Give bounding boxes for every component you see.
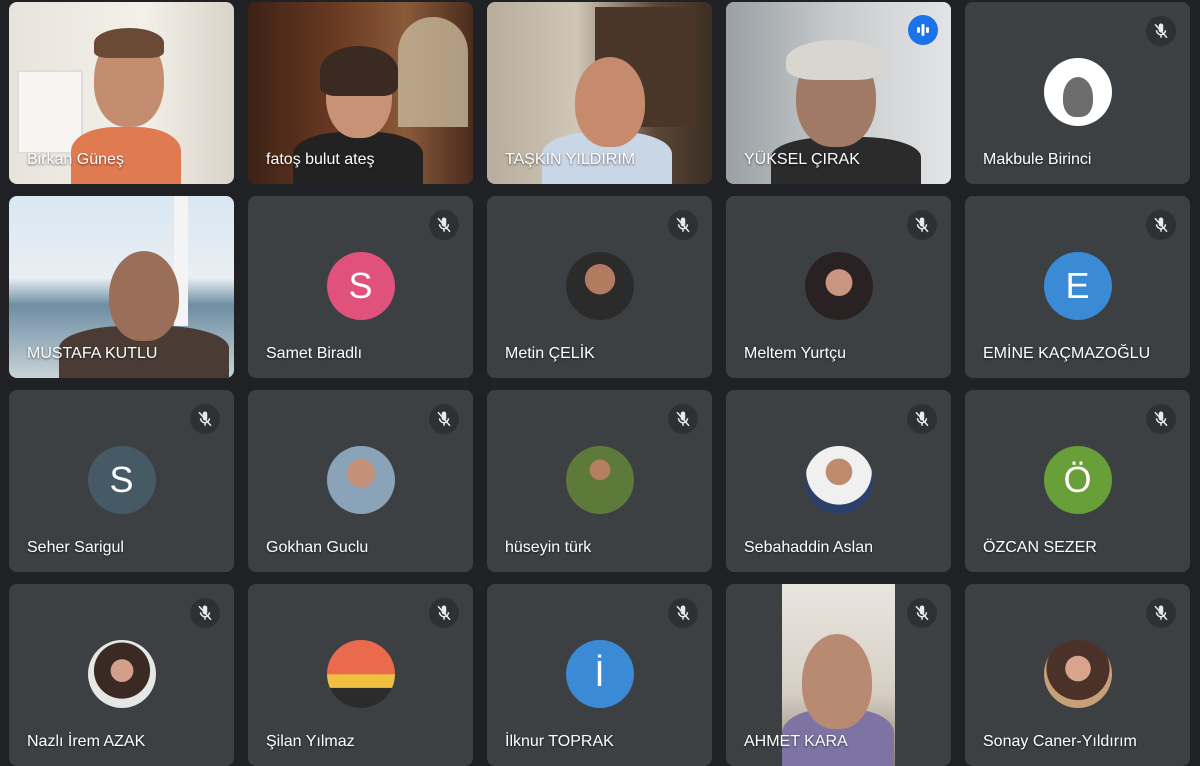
participant-tile[interactable]: Ö ÖZCAN SEZER [965, 390, 1190, 572]
mic-off-icon [429, 210, 459, 240]
mic-off-icon [429, 598, 459, 628]
participant-tile[interactable]: Şilan Yılmaz [248, 584, 473, 766]
participant-tile[interactable]: MUSTAFA KUTLU [9, 196, 234, 378]
mic-off-icon [1146, 210, 1176, 240]
mic-off-icon [668, 598, 698, 628]
participant-name: hüseyin türk [505, 539, 592, 556]
participant-tile[interactable]: Birkan Güneş [9, 2, 234, 184]
participant-tile[interactable]: Metin ÇELİK [487, 196, 712, 378]
avatar [804, 252, 873, 320]
mic-off-icon [907, 598, 937, 628]
participant-tile[interactable]: Meltem Yurtçu [726, 196, 951, 378]
participant-name: Metin ÇELİK [505, 345, 595, 362]
mic-off-icon [668, 210, 698, 240]
participant-grid: Birkan Güneş fatoş bulut ateş TAŞKIN YIL… [9, 2, 1190, 766]
mic-off-icon [1146, 16, 1176, 46]
mic-off-icon [907, 210, 937, 240]
avatar [565, 446, 634, 514]
avatar [804, 446, 873, 514]
participant-name: ÖZCAN SEZER [983, 539, 1097, 556]
participant-tile[interactable]: İ İlknur TOPRAK [487, 584, 712, 766]
avatar: S [87, 446, 156, 514]
mic-off-icon [429, 404, 459, 434]
participant-name: fatoş bulut ateş [266, 151, 375, 168]
avatar: E [1043, 252, 1112, 320]
participant-name: Meltem Yurtçu [744, 345, 846, 362]
participant-tile[interactable]: hüseyin türk [487, 390, 712, 572]
participant-name: Sonay Caner-Yıldırım [983, 733, 1137, 750]
participant-name: Samet Biradlı [266, 345, 363, 362]
mic-off-icon [907, 404, 937, 434]
participant-name: MUSTAFA KUTLU [27, 345, 158, 362]
participant-name: Nazlı İrem AZAK [27, 733, 146, 750]
participant-name: Gokhan Guclu [266, 539, 369, 556]
participant-tile[interactable]: Makbule Birinci [965, 2, 1190, 184]
participant-tile[interactable]: E EMİNE KAÇMAZOĞLU [965, 196, 1190, 378]
mic-off-icon [190, 598, 220, 628]
avatar [87, 640, 156, 708]
participant-tile[interactable]: Gokhan Guclu [248, 390, 473, 572]
participant-tile[interactable]: S Samet Biradlı [248, 196, 473, 378]
mic-off-icon [190, 404, 220, 434]
participant-tile[interactable]: fatoş bulut ateş [248, 2, 473, 184]
participant-name: Birkan Güneş [27, 151, 124, 168]
participant-tile[interactable]: S Seher Sarigul [9, 390, 234, 572]
avatar [326, 640, 395, 708]
participant-tile[interactable]: Nazlı İrem AZAK [9, 584, 234, 766]
participant-name: Seher Sarigul [27, 539, 124, 556]
participant-tile[interactable]: AHMET KARA [726, 584, 951, 766]
participant-name: TAŞKIN YILDIRIM [505, 151, 636, 168]
participant-name: EMİNE KAÇMAZOĞLU [983, 345, 1151, 362]
speaking-indicator-icon [908, 15, 938, 45]
participant-name: YÜKSEL ÇIRAK [744, 151, 860, 168]
mic-off-icon [1146, 598, 1176, 628]
participant-name: Makbule Birinci [983, 151, 1092, 168]
participant-name: Şilan Yılmaz [266, 733, 355, 750]
avatar [565, 252, 634, 320]
participant-tile[interactable]: Sonay Caner-Yıldırım [965, 584, 1190, 766]
avatar [1043, 58, 1112, 126]
participant-name: AHMET KARA [744, 733, 848, 750]
participant-name: İlknur TOPRAK [505, 733, 614, 750]
avatar: S [326, 252, 395, 320]
mic-off-icon [1146, 404, 1176, 434]
participant-name: Sebahaddin Aslan [744, 539, 873, 556]
participant-tile[interactable]: Sebahaddin Aslan [726, 390, 951, 572]
participant-tile-active-speaker[interactable]: YÜKSEL ÇIRAK [726, 2, 951, 184]
avatar: İ [565, 640, 634, 708]
avatar: Ö [1043, 446, 1112, 514]
avatar [1043, 640, 1112, 708]
participant-tile[interactable]: TAŞKIN YILDIRIM [487, 2, 712, 184]
mic-off-icon [668, 404, 698, 434]
avatar [326, 446, 395, 514]
